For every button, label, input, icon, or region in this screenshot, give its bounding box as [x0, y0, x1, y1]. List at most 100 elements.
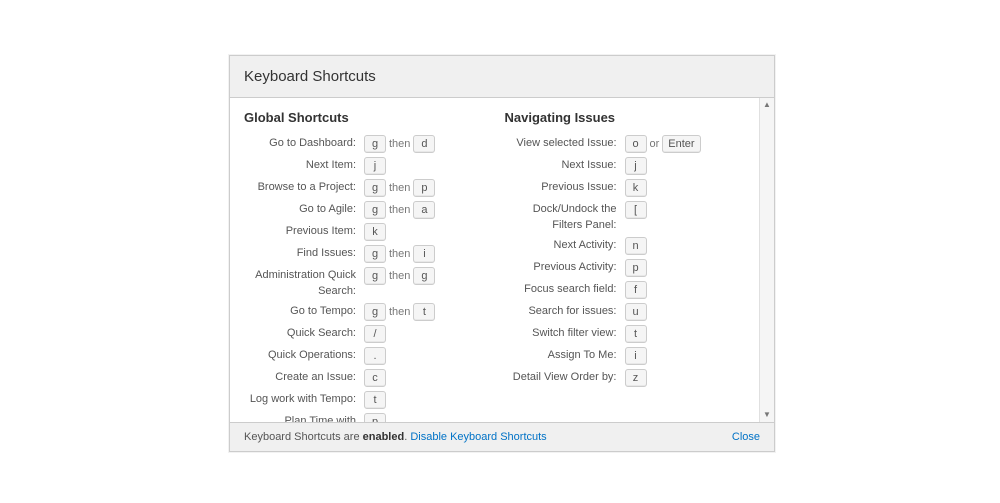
- shortcut-keys: gthend: [360, 133, 485, 155]
- shortcut-label: Go to Dashboard:: [244, 133, 360, 155]
- keycap: p: [364, 413, 386, 422]
- keyboard-shortcuts-dialog: Keyboard Shortcuts Global Shortcuts Go t…: [229, 55, 775, 452]
- shortcut-label: Previous Activity:: [505, 257, 621, 279]
- keycap: Enter: [662, 135, 700, 153]
- scrollbar-down-icon[interactable]: ▼: [760, 408, 774, 422]
- shortcut-keys: p: [360, 411, 485, 422]
- shortcut-label: Dock/Undock the Filters Panel:: [505, 199, 621, 235]
- keycap: t: [625, 325, 647, 343]
- key-separator-then: then: [389, 138, 410, 150]
- shortcut-row: Go to Dashboard:gthend: [244, 133, 485, 155]
- shortcut-row: Switch filter view:t: [505, 323, 746, 345]
- shortcut-keys: k: [360, 221, 485, 243]
- shortcut-label: Switch filter view:: [505, 323, 621, 345]
- shortcut-keys: p: [621, 257, 746, 279]
- shortcut-label: Administration Quick Search:: [244, 265, 360, 301]
- keycap: t: [364, 391, 386, 409]
- shortcut-row: Detail View Order by:z: [505, 367, 746, 389]
- shortcut-row: Quick Operations:.: [244, 345, 485, 367]
- key-separator-then: then: [389, 248, 410, 260]
- keycap: g: [364, 135, 386, 153]
- shortcut-row: Quick Search:/: [244, 323, 485, 345]
- key-separator-then: then: [389, 204, 410, 216]
- keycap: a: [413, 201, 435, 219]
- keycap: /: [364, 325, 386, 343]
- keycap: c: [364, 369, 386, 387]
- shortcut-label: Detail View Order by:: [505, 367, 621, 389]
- shortcut-row: Next Item:j: [244, 155, 485, 177]
- shortcut-label: Next Item:: [244, 155, 360, 177]
- keycap: g: [364, 201, 386, 219]
- shortcut-row: Go to Agile:gthena: [244, 199, 485, 221]
- scrollbar-up-icon[interactable]: ▲: [760, 98, 774, 112]
- shortcut-keys: j: [360, 155, 485, 177]
- key-separator-then: then: [389, 270, 410, 282]
- status-enabled-word: enabled: [363, 431, 405, 443]
- shortcut-row: Next Activity:n: [505, 235, 746, 257]
- shortcut-keys: t: [360, 389, 485, 411]
- shortcut-row: Administration Quick Search:gtheng: [244, 265, 485, 301]
- key-separator-then: then: [389, 306, 410, 318]
- shortcut-label: Next Activity:: [505, 235, 621, 257]
- shortcut-row: Next Issue:j: [505, 155, 746, 177]
- keycap: z: [625, 369, 647, 387]
- status-prefix: Keyboard Shortcuts are: [244, 431, 363, 443]
- shortcut-label: Focus search field:: [505, 279, 621, 301]
- keycap: g: [364, 303, 386, 321]
- keycap: g: [364, 179, 386, 197]
- keycap: d: [413, 135, 435, 153]
- keycap: o: [625, 135, 647, 153]
- shortcut-label: Go to Agile:: [244, 199, 360, 221]
- shortcut-keys: /: [360, 323, 485, 345]
- key-separator-then: then: [389, 182, 410, 194]
- vertical-scrollbar[interactable]: ▲ ▼: [759, 98, 774, 422]
- shortcut-label: Find Issues:: [244, 243, 360, 265]
- dialog-footer: Keyboard Shortcuts are enabled. Disable …: [230, 422, 774, 451]
- close-button[interactable]: Close: [732, 431, 760, 443]
- shortcut-row: Plan Time with Tempo: p: [244, 411, 485, 422]
- shortcut-row: Log work with Tempo:t: [244, 389, 485, 411]
- keycap: .: [364, 347, 386, 365]
- shortcut-label: Quick Operations:: [244, 345, 360, 367]
- global-shortcuts-heading: Global Shortcuts: [244, 110, 485, 125]
- keycap: i: [625, 347, 647, 365]
- keycap: g: [364, 245, 386, 263]
- shortcut-label: Plan Time with Tempo:: [244, 411, 360, 422]
- shortcut-keys: j: [621, 155, 746, 177]
- keycap: u: [625, 303, 647, 321]
- dialog-title: Keyboard Shortcuts: [230, 56, 774, 98]
- shortcut-label: Create an Issue:: [244, 367, 360, 389]
- shortcut-keys: k: [621, 177, 746, 199]
- shortcut-keys: .: [360, 345, 485, 367]
- navigating-issues-table: View selected Issue:oorEnterNext Issue:j…: [505, 133, 746, 389]
- keycap: g: [364, 267, 386, 285]
- shortcut-label: Search for issues:: [505, 301, 621, 323]
- disable-shortcuts-link[interactable]: Disable Keyboard Shortcuts: [410, 431, 546, 443]
- shortcut-label: Next Issue:: [505, 155, 621, 177]
- keycap: g: [413, 267, 435, 285]
- shortcut-row: Focus search field:f: [505, 279, 746, 301]
- shortcut-keys: u: [621, 301, 746, 323]
- shortcut-label: View selected Issue:: [505, 133, 621, 155]
- shortcut-label: Previous Issue:: [505, 177, 621, 199]
- keycap: [: [625, 201, 647, 219]
- shortcut-row: Previous Item:k: [244, 221, 485, 243]
- shortcut-label: Quick Search:: [244, 323, 360, 345]
- shortcut-keys: [: [621, 199, 746, 235]
- keycap: t: [413, 303, 435, 321]
- keycap: p: [625, 259, 647, 277]
- shortcut-label: Previous Item:: [244, 221, 360, 243]
- shortcut-row: Previous Activity:p: [505, 257, 746, 279]
- shortcut-row: Assign To Me:i: [505, 345, 746, 367]
- shortcut-row: Browse to a Project:gthenp: [244, 177, 485, 199]
- keycap: k: [364, 223, 386, 241]
- shortcut-row: Dock/Undock the Filters Panel:[: [505, 199, 746, 235]
- shortcut-row: Search for issues:u: [505, 301, 746, 323]
- shortcut-label: Go to Tempo:: [244, 301, 360, 323]
- shortcut-keys: i: [621, 345, 746, 367]
- navigating-issues-column: Navigating Issues View selected Issue:oo…: [505, 110, 746, 422]
- shortcut-row: View selected Issue:oorEnter: [505, 133, 746, 155]
- keycap: f: [625, 281, 647, 299]
- keycap: i: [413, 245, 435, 263]
- key-separator-or: or: [650, 138, 660, 150]
